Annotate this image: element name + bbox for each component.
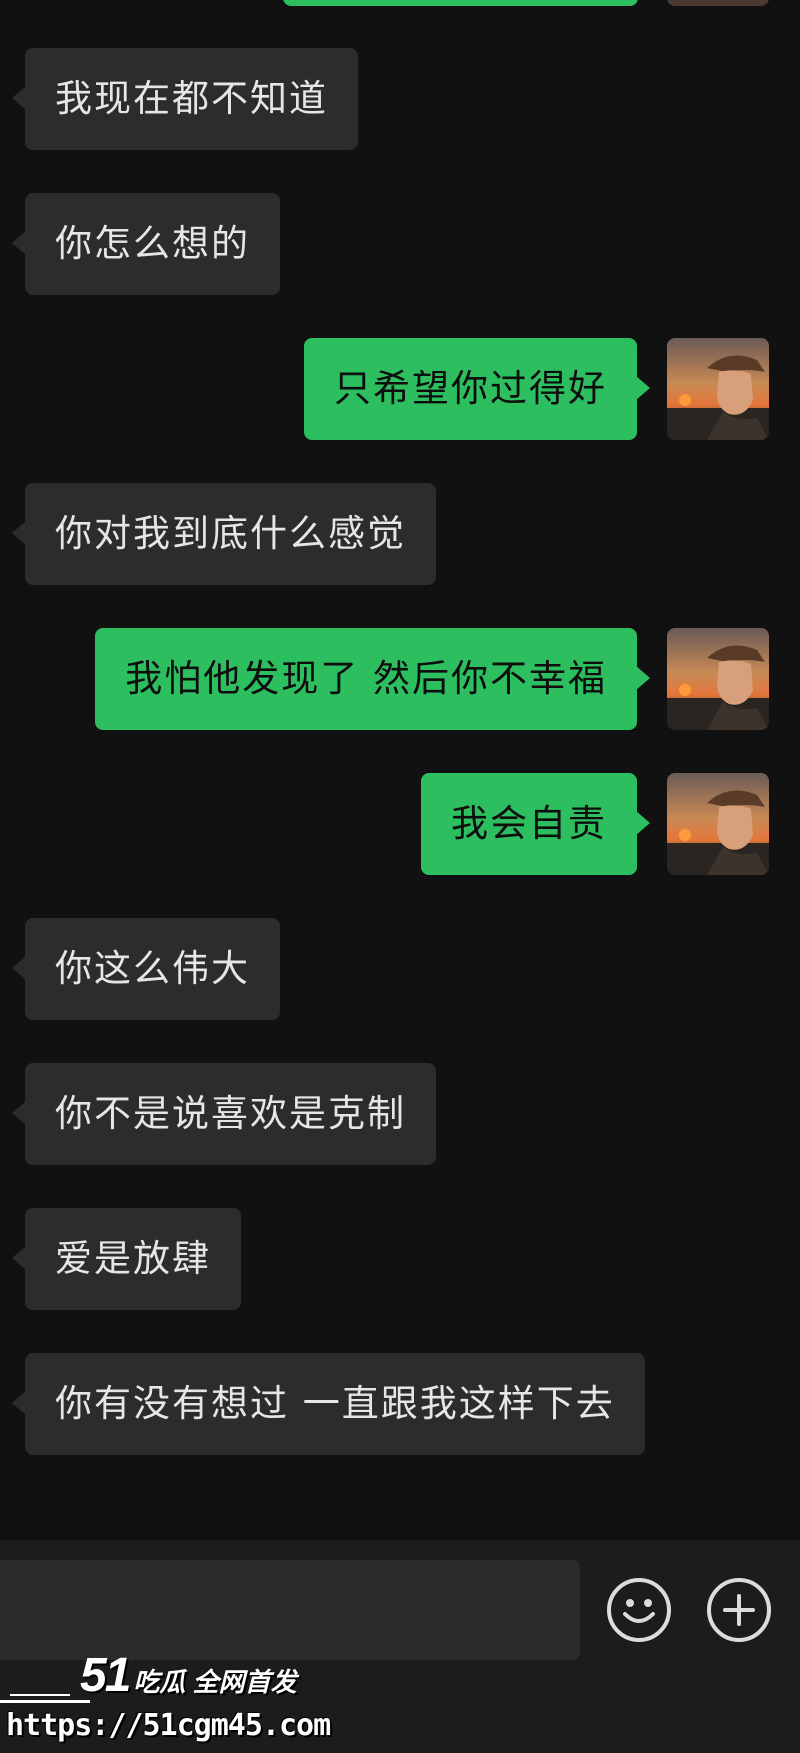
watermark-brand: 51 吃瓜 全网首发 bbox=[80, 1648, 297, 1703]
watermark-decor-line bbox=[0, 1700, 90, 1703]
message-text: 你这么伟大 bbox=[55, 947, 250, 990]
plus-circle-icon bbox=[723, 1594, 755, 1626]
incoming-message-bubble[interactable]: 你怎么想的 bbox=[12, 193, 280, 295]
message-text: 我会自责 bbox=[451, 802, 607, 845]
cropped-outgoing-bubble bbox=[283, 0, 638, 6]
message-text: 爱是放肆 bbox=[55, 1237, 211, 1280]
watermark: 51 吃瓜 全网首发 https://51cgm45.com bbox=[0, 1640, 331, 1753]
outgoing-message-bubble[interactable]: 我怕他发现了 然后你不幸福 bbox=[95, 628, 650, 730]
outgoing-message-bubble[interactable]: 我会自责 bbox=[421, 773, 650, 875]
message-text: 你对我到底什么感觉 bbox=[55, 512, 406, 555]
message-text: 你不是说喜欢是克制 bbox=[55, 1092, 406, 1135]
watermark-decor-line bbox=[10, 1694, 70, 1696]
chat-message-list: 我现在都不知道 你怎么想的 只希望你过得好 你对我到底什么感觉 我怕他发现了 然… bbox=[0, 0, 800, 1540]
watermark-brand-text: 吃瓜 全网首发 bbox=[133, 1667, 297, 1697]
incoming-message-bubble[interactable]: 爱是放肆 bbox=[12, 1208, 241, 1310]
incoming-message-bubble[interactable]: 你这么伟大 bbox=[12, 918, 280, 1020]
self-avatar[interactable] bbox=[667, 628, 769, 730]
plus-button[interactable] bbox=[707, 1578, 771, 1642]
self-avatar[interactable] bbox=[667, 773, 769, 875]
self-avatar[interactable] bbox=[667, 338, 769, 440]
outgoing-message-bubble[interactable]: 只希望你过得好 bbox=[304, 338, 650, 440]
message-text: 我怕他发现了 然后你不幸福 bbox=[125, 657, 607, 700]
incoming-message-bubble[interactable]: 你不是说喜欢是克制 bbox=[12, 1063, 436, 1165]
message-text: 你有没有想过 一直跟我这样下去 bbox=[55, 1382, 615, 1425]
message-text: 你怎么想的 bbox=[55, 222, 250, 265]
incoming-message-bubble[interactable]: 你对我到底什么感觉 bbox=[12, 483, 436, 585]
self-avatar-cropped[interactable] bbox=[667, 0, 769, 6]
sunset-portrait-icon bbox=[667, 628, 769, 730]
incoming-message-bubble[interactable]: 你有没有想过 一直跟我这样下去 bbox=[12, 1353, 645, 1455]
message-text: 我现在都不知道 bbox=[55, 77, 328, 120]
watermark-brand-number: 51 bbox=[80, 1649, 131, 1702]
sunset-portrait-icon bbox=[667, 338, 769, 440]
smiley-face-icon bbox=[623, 1599, 655, 1623]
emoji-button[interactable] bbox=[607, 1578, 671, 1642]
message-text: 只希望你过得好 bbox=[334, 367, 607, 410]
sunset-portrait-icon bbox=[667, 773, 769, 875]
incoming-message-bubble[interactable]: 我现在都不知道 bbox=[12, 48, 358, 150]
watermark-url: https://51cgm45.com bbox=[6, 1708, 331, 1743]
